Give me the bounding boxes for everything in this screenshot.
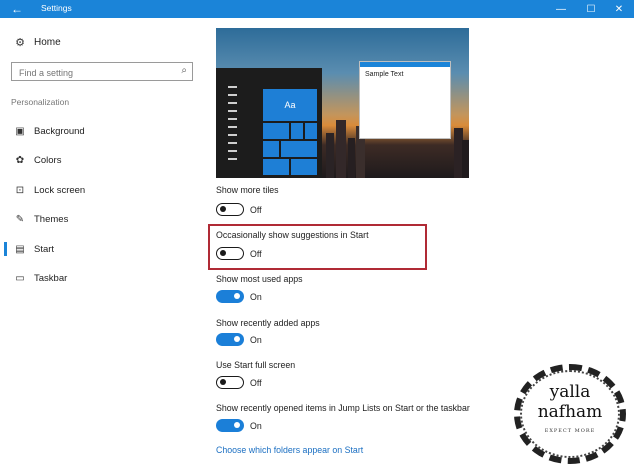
sidebar-item-label: Lock screen: [34, 184, 86, 196]
tile: [262, 122, 290, 140]
themes-icon: ✎: [15, 213, 25, 225]
toggle-knob: [234, 336, 240, 342]
sample-window-mock: Sample Text: [359, 61, 451, 139]
toggle-state: On: [250, 292, 262, 302]
setting-label: Show recently opened items in Jump Lists…: [216, 403, 470, 413]
minimize-button[interactable]: —: [546, 0, 576, 18]
toggle-state: Off: [250, 249, 262, 259]
close-icon: ✕: [614, 3, 624, 15]
logo-word-nafham: nafham: [537, 402, 603, 422]
sidebar-item-label: Start: [34, 243, 55, 255]
section-heading: Personalization: [11, 97, 70, 107]
choose-folders-link[interactable]: Choose which folders appear on Start: [216, 445, 363, 455]
toggle-show-more-tiles[interactable]: [216, 203, 244, 216]
sidebar-item-start[interactable]: ▤ Start: [0, 238, 202, 260]
tile: [280, 140, 318, 158]
taskbar-icon: ▭: [15, 272, 25, 284]
maximize-button[interactable]: ☐: [576, 0, 606, 18]
sidebar: ⚙ Home ⌕ Personalization ▣ Background ✿ …: [0, 18, 202, 468]
toggle-state: Off: [250, 378, 262, 388]
sample-text: Sample Text: [365, 71, 404, 78]
toggle-knob: [234, 293, 240, 299]
tile: [262, 158, 290, 176]
close-button[interactable]: ✕: [604, 0, 634, 18]
search-box: ⌕: [11, 62, 193, 82]
sidebar-item-label: Colors: [34, 154, 62, 166]
tile-label: Aa: [284, 100, 296, 110]
tile: [304, 122, 318, 140]
toggle-knob: [220, 379, 226, 385]
sidebar-item-label: Taskbar: [34, 272, 68, 284]
gear-icon: ⚙: [15, 36, 25, 49]
logo-word-yalla: yalla: [549, 382, 591, 402]
sidebar-item-colors[interactable]: ✿ Colors: [0, 149, 202, 171]
maximize-icon: ☐: [586, 3, 596, 15]
home-label: Home: [34, 36, 61, 48]
toggle-state: On: [250, 421, 262, 431]
back-arrow-icon: ←: [11, 2, 23, 16]
start-menu-mock: Aa: [216, 68, 322, 178]
tile: [290, 158, 318, 176]
toggle-state: On: [250, 335, 262, 345]
toggle-recently-added-apps[interactable]: [216, 333, 244, 346]
picture-icon: ▣: [15, 125, 25, 137]
tile-aa: Aa: [262, 88, 318, 122]
minimize-icon: —: [556, 3, 566, 15]
sidebar-item-themes[interactable]: ✎ Themes: [0, 208, 202, 230]
toggle-suggestions-in-start[interactable]: [216, 247, 244, 260]
search-input[interactable]: [12, 64, 172, 82]
title-bar: ← Settings — ☐ ✕: [0, 0, 634, 18]
sidebar-item-lock-screen[interactable]: ⊡ Lock screen: [0, 179, 202, 201]
home-nav-item[interactable]: ⚙ Home: [14, 36, 61, 49]
toggle-knob: [220, 250, 226, 256]
back-button[interactable]: ←: [0, 0, 34, 18]
setting-label: Show most used apps: [216, 274, 303, 284]
setting-label: Use Start full screen: [216, 360, 296, 370]
sample-window-titlebar: [360, 62, 450, 67]
sidebar-item-background[interactable]: ▣ Background: [0, 120, 202, 142]
logo-tagline: EXPECT MORE: [544, 428, 596, 434]
window-title: Settings: [41, 3, 72, 13]
lock-screen-icon: ⊡: [15, 184, 25, 196]
search-icon[interactable]: ⌕: [181, 65, 187, 76]
toggle-jump-lists[interactable]: [216, 419, 244, 432]
setting-label: Show recently added apps: [216, 318, 320, 328]
toggle-knob: [234, 422, 240, 428]
toggle-most-used-apps[interactable]: [216, 290, 244, 303]
palette-icon: ✿: [15, 154, 25, 166]
start-icon: ▤: [15, 243, 25, 255]
sidebar-item-label: Themes: [34, 213, 69, 225]
tile: [262, 140, 280, 158]
sidebar-item-label: Background: [34, 125, 85, 137]
setting-label: Show more tiles: [216, 185, 279, 195]
sidebar-item-taskbar[interactable]: ▭ Taskbar: [0, 267, 202, 289]
start-preview-image: Aa Sample Text: [216, 28, 469, 178]
yalla-nafham-logo: yalla nafham EXPECT MORE: [514, 364, 626, 464]
toggle-knob: [220, 206, 226, 212]
tile: [290, 122, 304, 140]
toggle-state: Off: [250, 205, 262, 215]
toggle-start-full-screen[interactable]: [216, 376, 244, 389]
start-app-list-mock: [228, 86, 240, 166]
setting-label: Occasionally show suggestions in Start: [216, 230, 369, 240]
